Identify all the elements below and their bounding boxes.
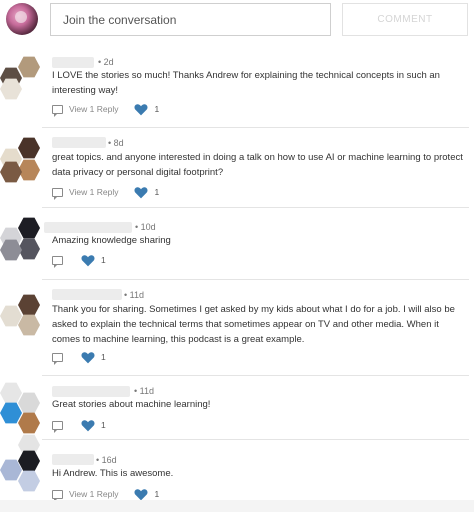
heart-icon[interactable] (134, 186, 148, 199)
view-replies-link[interactable]: View 1 Reply (69, 187, 118, 197)
reply-icon[interactable] (52, 489, 63, 502)
bottom-strip (0, 500, 474, 512)
view-replies-link[interactable]: View 1 Reply (69, 489, 118, 499)
timestamp: • 2d (98, 57, 114, 67)
comment-text: Great stories about machine learning! (52, 399, 211, 410)
author-name[interactable] (52, 454, 94, 465)
heart-icon[interactable] (81, 351, 95, 364)
divider (42, 375, 469, 376)
like-count: 1 (154, 104, 160, 114)
comment-text: Amazing knowledge sharing (52, 235, 171, 246)
comment-text: I LOVE the stories so much! Thanks Andre… (52, 70, 440, 96)
avatar (0, 380, 44, 440)
heart-icon[interactable] (81, 419, 95, 432)
comment-item: • 11d Thank you for sharing. Sometimes I… (0, 286, 474, 376)
heart-icon[interactable] (81, 254, 95, 267)
divider (42, 127, 469, 128)
heart-icon[interactable] (134, 488, 148, 501)
comment-item: • 8d great topics. and anyone interested… (0, 133, 474, 208)
divider (42, 439, 469, 440)
reply-icon[interactable] (52, 187, 63, 200)
comment-item: • 10d Amazing knowledge sharing 1 (0, 215, 474, 280)
view-replies-link[interactable]: View 1 Reply (69, 104, 118, 114)
divider (42, 279, 469, 280)
reply-icon[interactable] (52, 352, 63, 365)
avatar (0, 133, 44, 193)
avatar (0, 434, 44, 508)
like-count: 1 (154, 187, 160, 197)
divider (42, 207, 469, 208)
user-avatar[interactable] (6, 3, 38, 35)
comment-item: • 16d Hi Andrew. This is awesome. View 1… (0, 434, 474, 502)
like-count: 1 (101, 420, 106, 430)
timestamp: • 10d (135, 222, 156, 232)
join-conversation-input[interactable] (50, 3, 331, 36)
reply-icon[interactable] (52, 420, 63, 433)
timestamp: • 8d (108, 138, 124, 148)
comment-button[interactable]: COMMENT (342, 3, 468, 36)
comment-composer: COMMENT (0, 0, 474, 42)
comment-text: Thank you for sharing. Sometimes I get a… (52, 304, 455, 345)
comment-item: • 2d I LOVE the stories so much! Thanks … (0, 54, 474, 128)
comment-text: great topics. and anyone interested in d… (52, 152, 463, 178)
avatar (0, 286, 44, 346)
heart-icon[interactable] (134, 103, 148, 116)
reply-icon[interactable] (52, 255, 63, 268)
author-name[interactable] (44, 222, 132, 233)
author-name[interactable] (52, 57, 94, 68)
comment-item: • 11d Great stories about machine learni… (0, 380, 474, 440)
like-count: 1 (101, 255, 106, 265)
timestamp: • 11d (124, 290, 145, 300)
timestamp: • 11d (134, 386, 155, 396)
like-count: 1 (154, 489, 160, 499)
avatar (0, 54, 44, 114)
reply-icon[interactable] (52, 104, 63, 117)
comment-text: Hi Andrew. This is awesome. (52, 468, 174, 479)
like-count: 1 (101, 352, 106, 362)
avatar (0, 215, 44, 275)
author-name[interactable] (52, 386, 130, 397)
timestamp: • 16d (96, 455, 117, 465)
author-name[interactable] (52, 137, 106, 148)
author-name[interactable] (52, 289, 122, 300)
